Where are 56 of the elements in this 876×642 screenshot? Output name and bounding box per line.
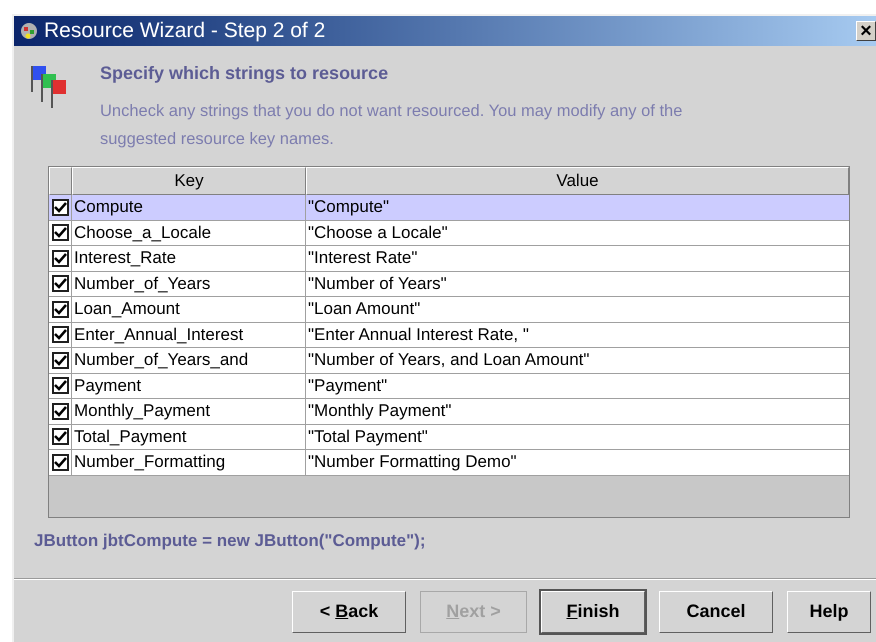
- value-cell-text: "Compute": [307, 196, 390, 218]
- key-cell: Choose_a_Locale: [72, 220, 306, 245]
- checkbox[interactable]: [52, 198, 68, 216]
- table-row[interactable]: Choose_a_Locale "Choose a Locale": [49, 220, 849, 246]
- checkbox[interactable]: [52, 428, 68, 446]
- checkbox[interactable]: [52, 352, 68, 369]
- value-cell-text: "Payment": [307, 374, 388, 396]
- key-cell: Monthly_Payment: [72, 399, 306, 424]
- table-row[interactable]: Payment "Payment": [49, 374, 849, 399]
- table-row[interactable]: Interest_Rate "Interest Rate": [49, 246, 849, 272]
- table-row[interactable]: Loan_Amount "Loan Amount": [49, 297, 849, 322]
- checkbox[interactable]: [52, 224, 68, 242]
- code-preview: JButton jbtCompute = new JButton("Compute");: [34, 530, 426, 552]
- table-row[interactable]: Number_Formatting "Number Formatting Demo": [49, 450, 849, 476]
- key-cell: Number_of_Years_and: [72, 348, 306, 372]
- checkbox[interactable]: [52, 326, 68, 344]
- table-row[interactable]: Total_Payment "Total Payment": [49, 424, 849, 450]
- checkbox[interactable]: [52, 402, 68, 420]
- key-cell: Payment: [72, 374, 306, 398]
- app-icon: [18, 21, 40, 41]
- value-cell-text: "Number of Years, and Loan Amount": [307, 349, 590, 371]
- key-cell: Number_of_Years: [72, 272, 306, 296]
- value-cell-text: "Choose a Locale": [307, 222, 449, 244]
- key-cell: Number_Formatting: [72, 450, 306, 474]
- value-cell-text: "Enter Annual Interest Rate, ": [307, 324, 530, 346]
- close-button[interactable]: ×: [856, 21, 876, 41]
- table-row[interactable]: Compute "Compute": [49, 195, 849, 220]
- value-cell-text: "Number of Years": [307, 272, 448, 294]
- table-row[interactable]: Enter_Annual_Interest "Enter Annual Interest Rate, ": [49, 322, 849, 348]
- table-row[interactable]: Number_of_Years_and "Number of Years, and Loan Amount": [49, 348, 849, 374]
- wizard-button[interactable]: < Back: [292, 590, 406, 632]
- wizard-button[interactable]: Cancel: [659, 590, 773, 632]
- key-cell: Compute: [72, 195, 306, 220]
- checkbox[interactable]: [52, 377, 68, 394]
- value-cell-text: "Loan Amount": [307, 298, 422, 320]
- value-cell-text: "Monthly Payment": [307, 400, 452, 422]
- checkbox[interactable]: [52, 300, 68, 318]
- window-title: Resource Wizard - Step 2 of 2: [44, 18, 326, 44]
- key-cell: Interest_Rate: [72, 246, 306, 270]
- wizard-button[interactable]: Finish: [541, 590, 645, 632]
- value-cell-text: "Number Formatting Demo": [307, 451, 518, 473]
- wizard-button[interactable]: Help: [787, 590, 871, 632]
- column-header[interactable]: Value: [306, 167, 849, 195]
- checkbox[interactable]: [52, 275, 68, 292]
- checkbox[interactable]: [52, 454, 68, 471]
- key-cell: Enter_Annual_Interest: [72, 322, 306, 347]
- key-cell: Loan_Amount: [72, 297, 306, 322]
- value-cell-text: "Total Payment": [307, 426, 429, 448]
- step-description: Uncheck any strings that you do not want resourced. You may modify any of the suggested resource key names.: [100, 101, 684, 150]
- key-cell: Total_Payment: [72, 424, 306, 449]
- checkbox[interactable]: [52, 250, 68, 267]
- value-cell-text: "Interest Rate": [307, 247, 418, 269]
- table-row[interactable]: Number_of_Years "Number of Years": [49, 272, 849, 297]
- table-row[interactable]: Monthly_Payment "Monthly Payment": [49, 399, 849, 424]
- step-heading: Specify which strings to resource: [100, 62, 390, 85]
- column-header[interactable]: Key: [72, 167, 306, 195]
